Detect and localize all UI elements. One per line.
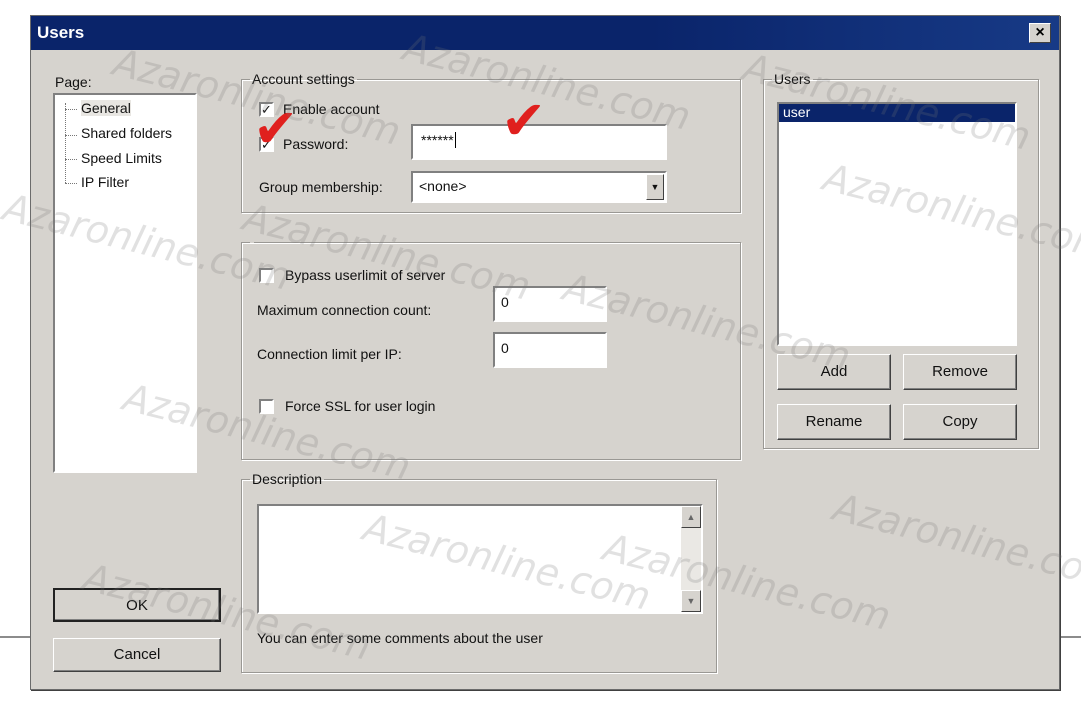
background-line-right xyxy=(1058,636,1081,638)
tree-branch xyxy=(65,159,77,160)
tree-item-general[interactable]: General xyxy=(81,100,131,116)
users-dialog: Users × Page: General Shared folders Spe… xyxy=(30,15,1060,690)
tree-branch xyxy=(65,183,77,184)
dropdown-arrow-icon[interactable]: ▼ xyxy=(646,174,664,200)
users-list[interactable]: user xyxy=(777,102,1017,346)
tree-connector xyxy=(65,103,66,183)
conn-per-ip-input[interactable]: 0 xyxy=(493,332,607,368)
bypass-userlimit-checkbox[interactable] xyxy=(259,268,274,283)
red-checkmark-icon: ✔ xyxy=(253,99,299,159)
cancel-button[interactable]: Cancel xyxy=(53,638,221,672)
close-icon: × xyxy=(1035,24,1045,41)
copy-user-button[interactable]: Copy xyxy=(903,404,1017,440)
tree-branch xyxy=(65,109,77,110)
tree-item-speed-limits[interactable]: Speed Limits xyxy=(81,150,162,166)
page-tree: General Shared folders Speed Limits IP F… xyxy=(53,93,197,473)
title-bar: Users × xyxy=(31,16,1059,50)
description-scrollbar[interactable]: ▲ ▼ xyxy=(681,506,701,612)
user-list-item[interactable]: user xyxy=(779,104,1015,122)
tree-item-shared-folders[interactable]: Shared folders xyxy=(81,125,172,141)
scroll-up-icon[interactable]: ▲ xyxy=(681,506,701,528)
add-user-button[interactable]: Add xyxy=(777,354,891,390)
force-ssl-checkbox[interactable] xyxy=(259,399,274,414)
force-ssl-label: Force SSL for user login xyxy=(285,398,436,414)
description-hint: You can enter some comments about the us… xyxy=(257,630,543,646)
remove-user-button[interactable]: Remove xyxy=(903,354,1017,390)
group-membership-select[interactable]: <none> ▼ xyxy=(411,171,667,203)
scroll-down-icon[interactable]: ▼ xyxy=(681,590,701,612)
users-legend: Users xyxy=(774,71,811,87)
max-connection-input[interactable]: 0 xyxy=(493,286,607,322)
max-connection-label: Maximum connection count: xyxy=(257,302,432,318)
ok-button[interactable]: OK xyxy=(53,588,221,622)
description-legend: Description xyxy=(252,471,323,487)
close-button[interactable]: × xyxy=(1029,23,1051,43)
tree-branch xyxy=(65,135,77,136)
group-membership-label: Group membership: xyxy=(259,179,383,195)
bypass-userlimit-label: Bypass userlimit of server xyxy=(285,267,446,283)
account-settings-legend: Account settings xyxy=(252,71,355,87)
red-checkmark-icon: ✔ xyxy=(501,91,547,151)
window-title: Users xyxy=(37,23,85,42)
page-label: Page: xyxy=(55,74,92,90)
conn-per-ip-label: Connection limit per IP: xyxy=(257,346,402,362)
description-textarea[interactable]: ▲ ▼ xyxy=(257,504,703,614)
background-line-left xyxy=(0,636,32,638)
rename-user-button[interactable]: Rename xyxy=(777,404,891,440)
tree-item-ip-filter[interactable]: IP Filter xyxy=(81,174,129,190)
